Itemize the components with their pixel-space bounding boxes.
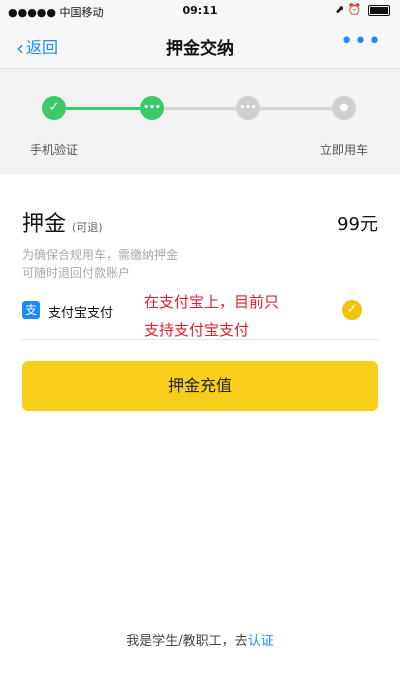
location-alarm-icon: ⬈ ⏰ [335, 3, 362, 16]
navigation-bar: ‹ 返回 押金交纳 ••• [0, 22, 400, 69]
status-icons: ⬈ ⏰ [335, 3, 390, 16]
step-1-label: 手机验证 [30, 143, 79, 157]
step-2-dots-icon: ••• [140, 96, 164, 120]
deposit-refundable-note: (可退) [72, 221, 103, 234]
battery-icon [368, 4, 390, 16]
deposit-desc-line1: 为确保合规用车，需缴纳押金 [22, 248, 179, 262]
step-4-label: 立即用车 [320, 143, 369, 157]
deposit-desc-line2: 可随时退回付款账户 [22, 266, 131, 280]
progress-steps: ✓ ••• ••• ● 手机验证 立即用车 [0, 69, 400, 174]
annotation-line2: 支持支付宝支付 [144, 321, 250, 339]
step-4-location-pin-icon: ● [332, 96, 356, 120]
alipay-option-label[interactable]: 支付宝支付 [48, 302, 113, 321]
student-verification-prompt: 我是学生/教职工，去认证 [0, 630, 400, 649]
deposit-panel: 押金 (可退) 99元 为确保合规用车，需缴纳押金 可随时退回付款账户 支 支付宝… [0, 174, 400, 689]
step-connector-done [66, 107, 140, 110]
more-options-button[interactable]: ••• [340, 29, 382, 54]
annotation-line1: 在支付宝上，目前只 [144, 293, 280, 311]
deposit-title: 押金 [22, 212, 67, 237]
selected-check-icon[interactable]: ✓ [342, 300, 362, 320]
divider [22, 339, 378, 340]
deposit-recharge-button[interactable]: 押金充值 [22, 361, 378, 411]
step-1-check-icon: ✓ [42, 96, 66, 120]
deposit-heading: 押金 (可退) [22, 206, 103, 238]
status-bar: ●●●●● 中国移动 09:11 ⬈ ⏰ [0, 0, 400, 22]
verify-link[interactable]: 认证 [248, 634, 274, 649]
deposit-description: 为确保合规用车，需缴纳押金 可随时退回付款账户 [22, 246, 178, 282]
student-verification-text: 我是学生/教职工，去 [126, 634, 248, 649]
alipay-icon: 支 [22, 301, 40, 319]
step-connector-pending [260, 107, 332, 110]
step-3-dots-icon: ••• [236, 96, 260, 120]
step-connector-pending [164, 107, 236, 110]
deposit-amount: 99元 [337, 214, 378, 235]
